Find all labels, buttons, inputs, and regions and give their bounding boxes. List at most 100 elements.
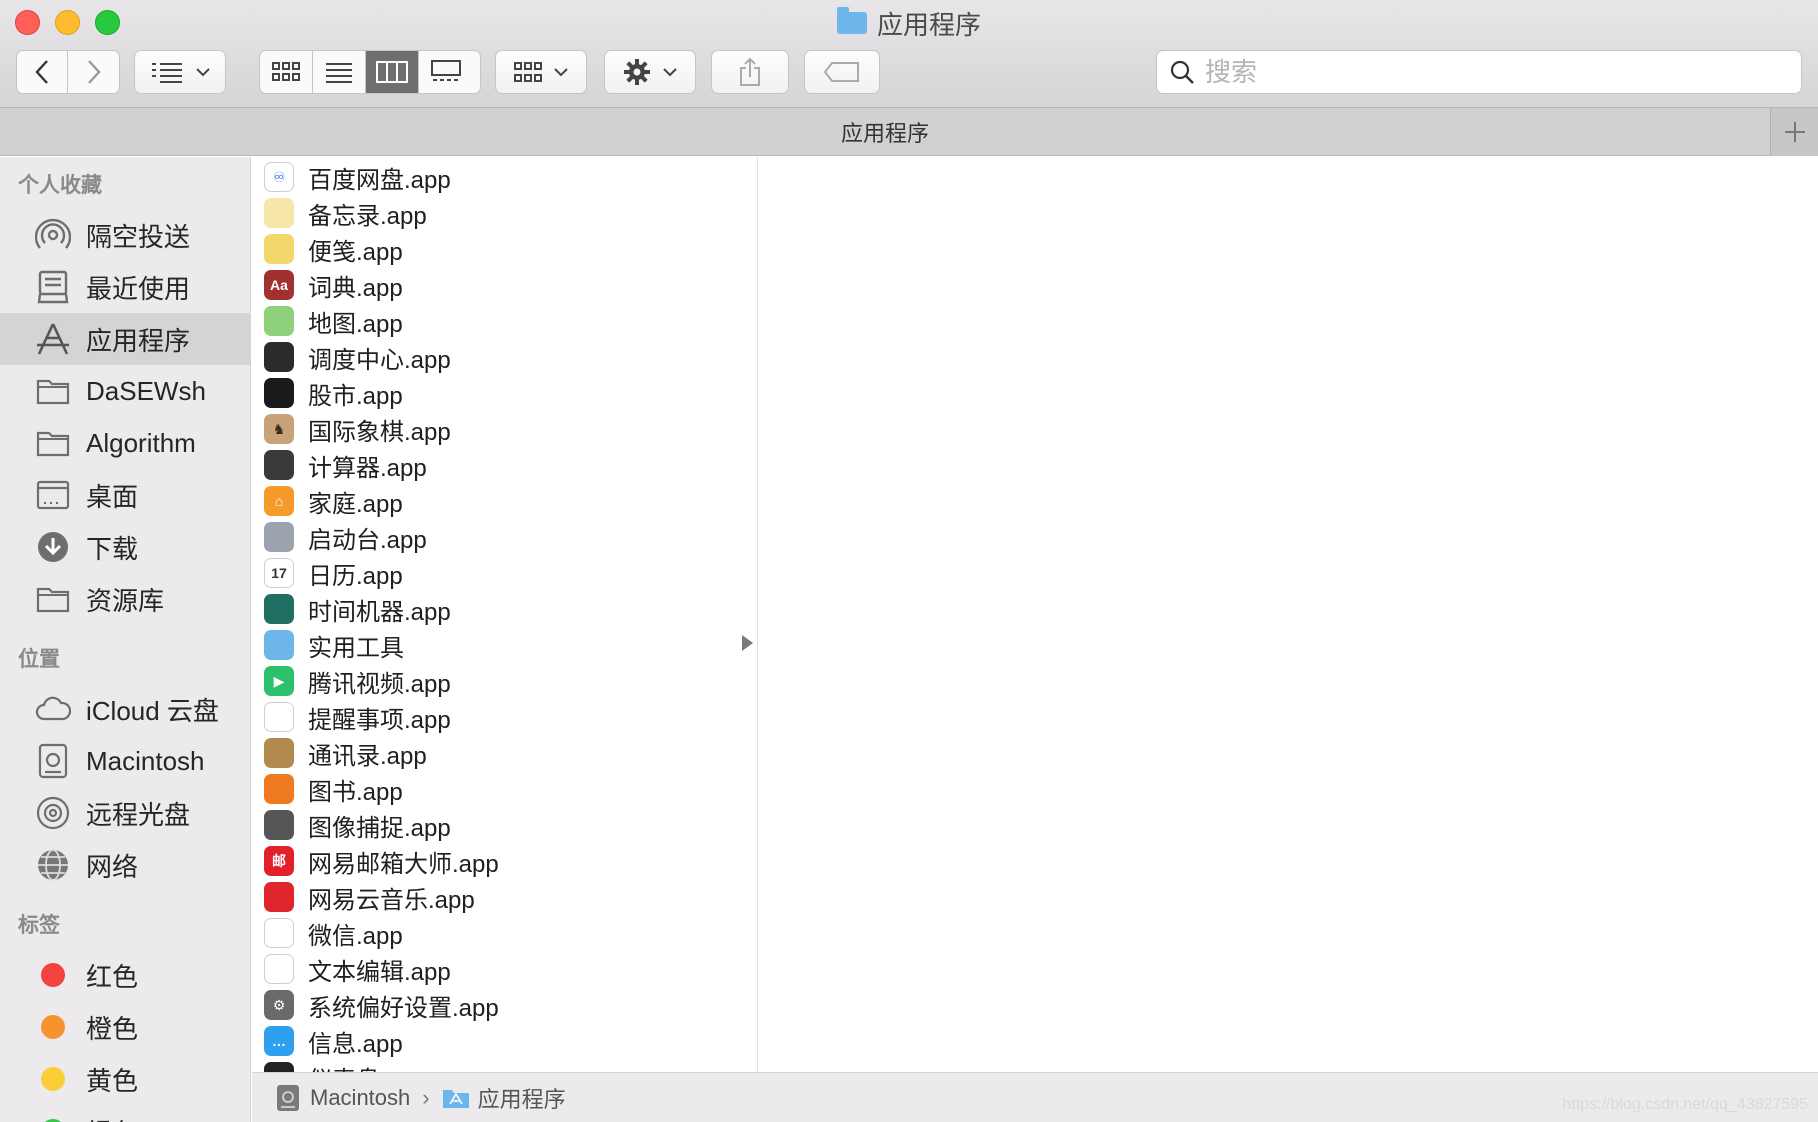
file-name: 词典.app xyxy=(308,274,403,302)
file-row[interactable]: 调度中心.app xyxy=(252,339,757,375)
file-row[interactable]: 备忘录.app xyxy=(252,195,757,231)
app-icon xyxy=(264,378,294,408)
sidebar-tag-yellow[interactable]: 黄色 xyxy=(0,1053,250,1105)
sidebar-item-label: 远程光盘 xyxy=(86,799,191,830)
sidebar-item-recents[interactable]: 最近使用 xyxy=(0,261,250,313)
grid-small-icon xyxy=(514,62,542,82)
file-row[interactable]: 图书.app xyxy=(252,771,757,807)
path-item-applications[interactable]: 应用程序 xyxy=(442,1082,566,1114)
app-icon xyxy=(264,702,294,732)
app-icon: 邮 xyxy=(264,846,294,876)
search-icon xyxy=(1170,60,1194,84)
sidebar-item-library[interactable]: 资源库 xyxy=(0,573,250,625)
app-icon xyxy=(264,234,294,264)
forward-button[interactable] xyxy=(68,51,119,93)
file-row[interactable]: 图像捕捉.app xyxy=(252,807,757,843)
file-row[interactable]: 便笺.app xyxy=(252,231,757,267)
file-name: 系统偏好设置.app xyxy=(308,994,499,1022)
new-tab-button[interactable] xyxy=(1770,108,1818,156)
chevron-right-icon xyxy=(87,60,101,84)
sidebar-item-algorithm[interactable]: Algorithm xyxy=(0,417,250,469)
sidebar-item-label: 桌面 xyxy=(86,481,139,512)
file-row[interactable]: Aa 词典.app xyxy=(252,267,757,303)
file-row[interactable]: 仪表盘.app xyxy=(252,1059,757,1072)
tab-applications[interactable]: 应用程序 xyxy=(0,108,1770,156)
file-name: 时间机器.app xyxy=(308,598,451,626)
sidebar-item-label: 最近使用 xyxy=(86,273,191,304)
sidebar-item-icloud[interactable]: iCloud 云盘 xyxy=(0,683,250,735)
tag-dot-icon xyxy=(34,1112,72,1122)
sidebar-item-remote-disc[interactable]: 远程光盘 xyxy=(0,787,250,839)
harddisk-icon xyxy=(277,1084,299,1111)
app-icon: 17 xyxy=(264,558,294,588)
file-row[interactable]: 计算器.app xyxy=(252,447,757,483)
back-button[interactable] xyxy=(17,51,69,93)
tag-color-dot xyxy=(41,1067,65,1091)
folder-row[interactable]: 实用工具 xyxy=(252,627,757,663)
column-view-button[interactable] xyxy=(366,51,419,93)
file-row[interactable]: 提醒事项.app xyxy=(252,699,757,735)
chevron-down-icon xyxy=(663,68,677,77)
file-row[interactable]: ⌂ 家庭.app xyxy=(252,483,757,519)
file-row[interactable]: 文本编辑.app xyxy=(252,951,757,987)
gallery-view-button[interactable] xyxy=(419,51,472,93)
sidebar-item-macintosh[interactable]: Macintosh xyxy=(0,735,250,787)
file-name: 微信.app xyxy=(308,922,403,950)
file-row[interactable]: 微信.app xyxy=(252,915,757,951)
sidebar-item-airdrop[interactable]: 隔空投送 xyxy=(0,209,250,261)
watermark: https://blog.csdn.net/qq_43827595 xyxy=(1562,1096,1808,1113)
file-row[interactable]: 时间机器.app xyxy=(252,591,757,627)
sidebar: 个人收藏 隔空投送 最近使用 应用程序 DaSEWsh Algorithm 桌面… xyxy=(0,157,251,1122)
app-icon: … xyxy=(264,1026,294,1056)
group-by-button[interactable] xyxy=(134,50,226,94)
sidebar-item-applications[interactable]: 应用程序 xyxy=(0,313,250,365)
file-name: 文本编辑.app xyxy=(308,958,451,986)
window-title-text: 应用程序 xyxy=(876,9,981,40)
action-menu-button[interactable] xyxy=(604,50,696,94)
icon-view-button[interactable] xyxy=(260,51,313,93)
sidebar-tag-red[interactable]: 红色 xyxy=(0,949,250,1001)
chevron-left-icon xyxy=(35,60,48,84)
file-name: 地图.app xyxy=(308,310,403,338)
sidebar-item-label: 隔空投送 xyxy=(86,221,191,252)
list-view-button[interactable] xyxy=(313,51,366,93)
search-field[interactable] xyxy=(1156,50,1802,94)
sidebar-item-desktop[interactable]: 桌面 xyxy=(0,469,250,521)
file-name: 便笺.app xyxy=(308,238,403,266)
file-row[interactable]: 启动台.app xyxy=(252,519,757,555)
recents-icon xyxy=(34,268,72,306)
file-row[interactable]: ▶ 腾讯视频.app xyxy=(252,663,757,699)
edit-tags-button[interactable] xyxy=(804,50,880,94)
sidebar-item-label: Algorithm xyxy=(86,427,196,458)
path-item-macintosh[interactable]: Macintosh xyxy=(276,1084,410,1112)
file-row[interactable]: 通讯录.app xyxy=(252,735,757,771)
sidebar-item-label: 黄色 xyxy=(86,1065,139,1096)
file-name: 网易邮箱大师.app xyxy=(308,850,499,878)
file-name: 股市.app xyxy=(308,382,403,410)
file-row[interactable]: ♾ 百度网盘.app xyxy=(252,159,757,195)
file-row[interactable]: ⚙ 系统偏好设置.app xyxy=(252,987,757,1023)
file-name: 图书.app xyxy=(308,778,403,806)
file-row[interactable]: 网易云音乐.app xyxy=(252,879,757,915)
file-row[interactable]: … 信息.app xyxy=(252,1023,757,1059)
applications-icon xyxy=(34,320,72,358)
sidebar-item-downloads[interactable]: 下载 xyxy=(0,521,250,573)
file-row[interactable]: 地图.app xyxy=(252,303,757,339)
app-icon xyxy=(264,594,294,624)
locations-heading: 位置 xyxy=(18,648,60,671)
sidebar-item-label: Macintosh xyxy=(86,745,205,776)
file-row[interactable]: 17 日历.app xyxy=(252,555,757,591)
search-input[interactable] xyxy=(1205,56,1765,88)
file-row[interactable]: 邮网易邮箱大师.app xyxy=(252,843,757,879)
sidebar-item-dasewsh[interactable]: DaSEWsh xyxy=(0,365,250,417)
sidebar-tag-orange[interactable]: 橙色 xyxy=(0,1001,250,1053)
share-button[interactable] xyxy=(711,50,789,94)
sidebar-tag-green[interactable]: 绿色 xyxy=(0,1105,250,1122)
file-row[interactable]: 股市.app xyxy=(252,375,757,411)
file-name: 家庭.app xyxy=(308,490,403,518)
view-options-button[interactable] xyxy=(495,50,587,94)
file-name: 计算器.app xyxy=(308,454,427,482)
file-row[interactable]: ♞ 国际象棋.app xyxy=(252,411,757,447)
file-name: 网易云音乐.app xyxy=(308,886,475,914)
sidebar-item-network[interactable]: 网络 xyxy=(0,839,250,891)
